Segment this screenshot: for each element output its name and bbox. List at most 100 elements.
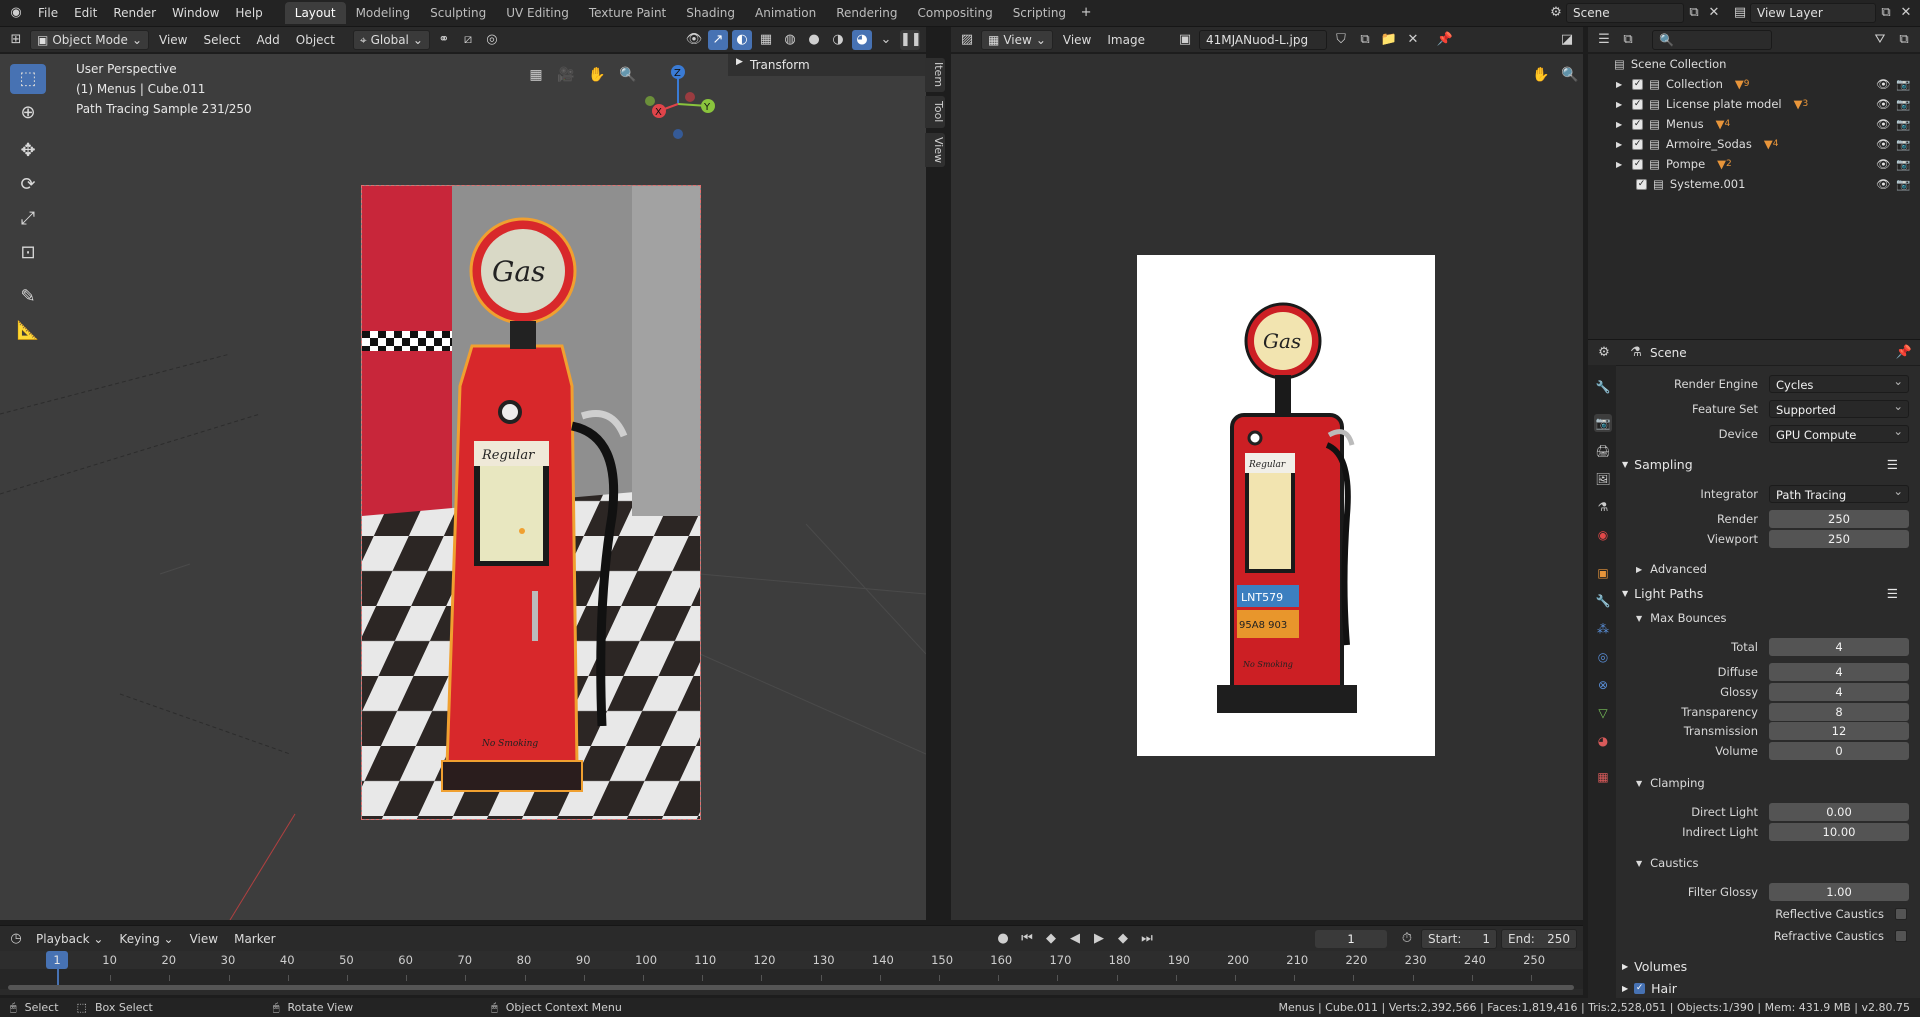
transform-panel-title[interactable]: Transform — [750, 58, 810, 72]
unlink-image-icon[interactable]: ✕ — [1403, 30, 1423, 50]
filter-icon[interactable]: ⛛ — [1870, 30, 1890, 50]
menu-help[interactable]: Help — [227, 0, 270, 27]
physics-props-icon[interactable]: ◎ — [1594, 648, 1612, 666]
exclude-checkbox[interactable]: ✓ — [1636, 178, 1647, 190]
gizmo-toggle-icon[interactable]: ↗ — [708, 29, 728, 50]
outliner-item[interactable]: ▶ ✓ ▤ Menus ▼ 4 👁 📷 — [1588, 114, 1920, 134]
record-icon[interactable]: ● — [993, 929, 1013, 949]
advanced-subpanel[interactable]: ▶ Advanced — [1636, 559, 1707, 579]
shading-options-icon[interactable]: ⌄ — [876, 30, 896, 50]
outliner-item[interactable]: ▶ ✓ ▤ Armoire_Sodas ▼ 4 👁 📷 — [1588, 134, 1920, 154]
menu-file[interactable]: File — [30, 0, 66, 27]
tab-item[interactable]: Item — [925, 58, 945, 92]
fake-user-icon[interactable]: ⛉ — [1331, 30, 1351, 50]
reflective-caustics-checkbox[interactable] — [1895, 908, 1907, 920]
tab-sculpting[interactable]: Sculpting — [420, 2, 496, 24]
tab-rendering[interactable]: Rendering — [826, 2, 907, 24]
render-engine-select[interactable]: Cycles — [1769, 372, 1909, 393]
timeline-menu-keying[interactable]: Keying ⌄ — [113, 929, 179, 949]
view-mode-select[interactable]: ▦ View ⌄ — [981, 29, 1053, 50]
hair-checkbox[interactable]: ✓ — [1634, 982, 1646, 994]
expand-arrow-icon[interactable]: ▶ — [1616, 80, 1622, 89]
editor-type-icon[interactable]: ▨ — [957, 30, 977, 50]
caustics-subpanel[interactable]: ▼ Caustics — [1636, 853, 1699, 873]
expand-arrow-icon[interactable]: ▶ — [1616, 120, 1622, 129]
bounce-field[interactable]: 8 — [1769, 703, 1909, 721]
scale-tool[interactable]: ⤢ — [10, 204, 46, 234]
measure-tool[interactable]: 📐 — [10, 316, 46, 346]
jump-start-icon[interactable]: ⏮ — [1017, 929, 1037, 949]
transform-tool[interactable]: ⊡ — [10, 238, 46, 268]
xray-icon[interactable]: ▦ — [756, 30, 776, 50]
pan-view-icon[interactable]: ✋ — [586, 64, 608, 86]
timeline-menu-view[interactable]: View — [184, 929, 224, 949]
timeline-menu-playback[interactable]: Playback ⌄ — [30, 929, 109, 949]
snap-icon[interactable]: ⧄ — [458, 30, 478, 50]
preview-range-icon[interactable]: ⏱ — [1397, 929, 1417, 949]
scene-props-icon[interactable]: ⚗ — [1594, 498, 1612, 516]
direct-light-field[interactable]: 0.00 — [1769, 803, 1909, 821]
tab-view[interactable]: View — [925, 133, 945, 167]
new-collection-icon[interactable]: ⧉ — [1894, 30, 1914, 50]
orientation-select[interactable]: ⌖ Global ⌄ — [352, 29, 430, 50]
display-channels-icon[interactable]: ◪ — [1557, 30, 1577, 50]
expand-arrow-icon[interactable]: ▶ — [1616, 160, 1622, 169]
move-tool[interactable]: ✥ — [10, 136, 46, 166]
pin-icon[interactable]: 📌 — [1894, 343, 1914, 363]
display-mode-icon[interactable]: ⧉ — [1618, 30, 1638, 50]
data-props-icon[interactable]: ▽ — [1594, 704, 1612, 722]
proportional-edit-icon[interactable]: ◎ — [482, 30, 502, 50]
image-browse-icon[interactable]: ▣ — [1175, 30, 1195, 50]
scene-icon[interactable]: ⚙ — [1546, 3, 1566, 23]
render-icon[interactable]: 📷 — [1896, 97, 1910, 111]
expand-arrow-icon[interactable]: ▶ — [1616, 140, 1622, 149]
menu-render[interactable]: Render — [105, 0, 164, 27]
current-frame-field[interactable]: 1 — [1315, 929, 1387, 948]
feature-set-select[interactable]: Supported — [1769, 397, 1909, 418]
visibility-icon[interactable]: 👁 — [1876, 77, 1891, 91]
render-icon[interactable]: 📷 — [1896, 137, 1910, 151]
max-bounces-subpanel[interactable]: ▼ Max Bounces — [1636, 608, 1726, 628]
current-frame-marker[interactable]: 1 — [46, 951, 68, 969]
visibility-icon[interactable]: 👁 — [1876, 177, 1891, 191]
particle-props-icon[interactable]: ⁂ — [1594, 620, 1612, 638]
indirect-light-field[interactable]: 10.00 — [1769, 823, 1909, 841]
tab-shading[interactable]: Shading — [676, 2, 745, 24]
exclude-checkbox[interactable]: ✓ — [1632, 158, 1644, 170]
viewport-3d[interactable]: ⬚ ⊕ ✥ ⟳ ⤢ ⊡ ✎ 📐 User Perspective (1) Men… — [0, 54, 926, 920]
world-props-icon[interactable]: ◉ — [1594, 526, 1612, 544]
tab-compositing[interactable]: Compositing — [907, 2, 1002, 24]
blender-logo-icon[interactable]: ◉ — [6, 3, 26, 23]
viewport-samples-field[interactable]: 250 — [1769, 530, 1909, 548]
next-keyframe-icon[interactable]: ◆ — [1113, 929, 1133, 949]
exclude-checkbox[interactable]: ✓ — [1632, 78, 1644, 90]
bounce-field[interactable]: 4 — [1769, 683, 1909, 701]
duplicate-image-icon[interactable]: ⧉ — [1355, 30, 1375, 50]
visibility-icon[interactable]: 👁 — [1876, 97, 1891, 111]
volumes-section[interactable]: ▶ Volumes — [1622, 955, 1912, 977]
ortho-toggle-icon[interactable]: ▦ — [525, 64, 547, 86]
rotate-tool[interactable]: ⟳ — [10, 170, 46, 200]
bounce-field[interactable]: 4 — [1769, 638, 1909, 656]
pan-view-icon[interactable]: ✋ — [1530, 64, 1552, 86]
pivot-icon[interactable]: ⚭ — [434, 30, 454, 50]
expand-arrow-icon[interactable]: ▶ — [1616, 100, 1622, 109]
overlay-toggle-icon[interactable]: ◐ — [732, 29, 752, 50]
tool-settings-icon[interactable]: 🔧 — [1594, 378, 1612, 396]
menu-edit[interactable]: Edit — [66, 0, 105, 27]
editor-type-icon[interactable]: ☰ — [1594, 30, 1614, 50]
sampling-section[interactable]: ▼ Sampling ☰ — [1622, 453, 1912, 475]
image-editor-area[interactable]: ✋ 🔍 Regular Gas LNT579 95A8 903 No Smoki… — [951, 54, 1583, 920]
navigation-gizmo[interactable]: Z Y X — [633, 54, 723, 144]
prev-keyframe-icon[interactable]: ◆ — [1041, 929, 1061, 949]
render-icon[interactable]: 📷 — [1896, 157, 1910, 171]
exclude-checkbox[interactable]: ✓ — [1632, 138, 1644, 150]
select-box-tool[interactable]: ⬚ — [10, 64, 46, 94]
light-paths-section[interactable]: ▼ Light Paths ☰ — [1622, 582, 1912, 604]
material-props-icon[interactable]: ◕ — [1594, 732, 1612, 750]
tab-animation[interactable]: Animation — [745, 2, 826, 24]
visibility-icon[interactable]: 👁 — [1876, 117, 1891, 131]
list-icon[interactable]: ☰ — [1887, 457, 1898, 472]
bounce-field[interactable]: 12 — [1769, 722, 1909, 740]
menu-window[interactable]: Window — [164, 0, 227, 27]
